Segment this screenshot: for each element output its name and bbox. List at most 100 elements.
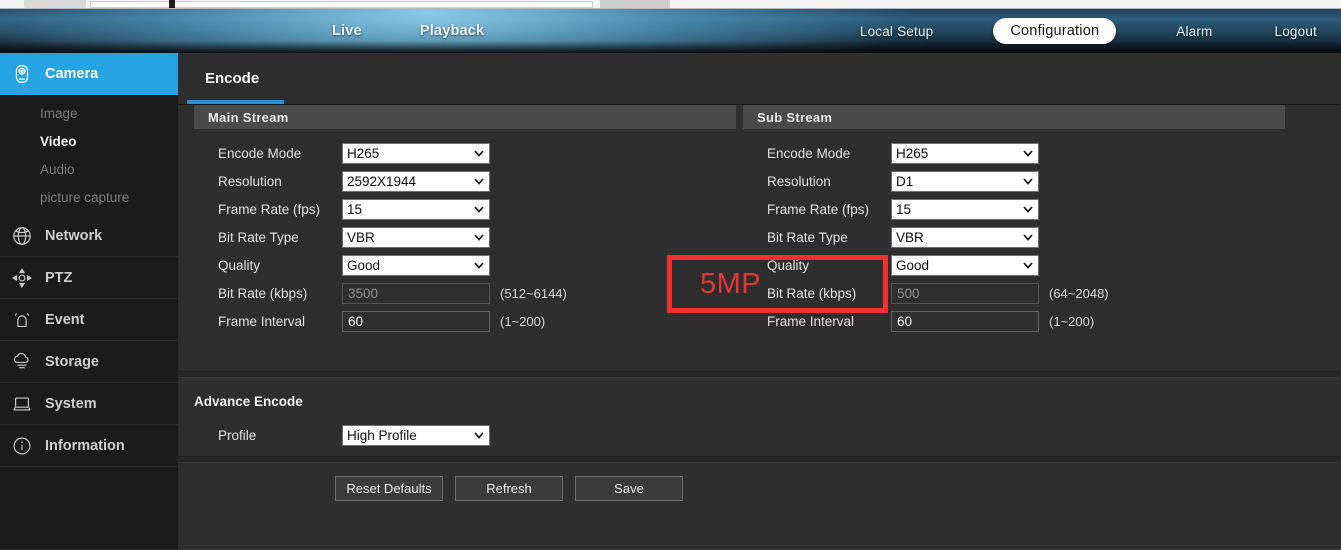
sidebar-item-label: Network xyxy=(45,227,103,244)
sidebar-item-label: Storage xyxy=(45,353,99,370)
field-row-frame-interval: Frame Interval (1~200) xyxy=(194,307,567,335)
sidebar-item-camera[interactable]: Camera xyxy=(0,53,194,95)
main-resolution-select[interactable]: 2592X1944 xyxy=(342,170,490,192)
field-control: 2592X1944 xyxy=(342,170,490,192)
tab-encode[interactable]: Encode xyxy=(205,70,259,87)
sub-encode-mode-select[interactable]: H265 xyxy=(891,142,1039,164)
field-control xyxy=(891,310,1039,332)
advance-encode-form: Profile High Profile xyxy=(194,421,490,449)
sub-frame-interval-input[interactable] xyxy=(891,310,1039,332)
sub-frame-rate-select[interactable]: 15 xyxy=(891,198,1039,220)
field-control xyxy=(342,282,490,304)
sub-resolution-select[interactable]: D1 xyxy=(891,170,1039,192)
sub-quality-select[interactable]: Good xyxy=(891,254,1039,276)
field-label: Quality xyxy=(218,257,261,273)
tab-bar: Encode xyxy=(178,53,1341,105)
sidebar-subitem-audio[interactable]: Audio xyxy=(0,155,178,183)
field-control: 15 xyxy=(342,198,490,220)
field-row-frame-rate: Frame Rate (fps) 15 xyxy=(194,195,567,223)
sidebar-item-storage[interactable]: Storage xyxy=(0,341,178,383)
sidebar-item-label: System xyxy=(45,395,97,412)
browser-address-bar xyxy=(90,1,593,8)
field-label: Profile xyxy=(218,427,257,443)
profile-select[interactable]: High Profile xyxy=(342,424,490,446)
field-row-bit-rate: Bit Rate (kbps) (64~2048) xyxy=(743,279,1109,307)
field-control: D1 xyxy=(891,170,1039,192)
nav-item-configuration[interactable]: Configuration xyxy=(993,18,1117,44)
field-row-quality: Quality Good xyxy=(194,251,567,279)
nav-item-live[interactable]: Live xyxy=(330,20,364,42)
sub-frame-interval-hint: (1~200) xyxy=(1049,313,1095,329)
field-label: Frame Interval xyxy=(767,313,855,329)
field-row-encode-mode: Encode Mode H265 xyxy=(194,139,567,167)
nav-item-playback[interactable]: Playback xyxy=(418,20,486,42)
sidebar-item-label: Event xyxy=(45,311,85,328)
sub-bit-rate-type-select[interactable]: VBR xyxy=(891,226,1039,248)
sub-bit-rate-hint: (64~2048) xyxy=(1049,285,1109,301)
tab-active-underline xyxy=(187,100,284,104)
field-row-frame-interval: Frame Interval (1~200) xyxy=(743,307,1109,335)
field-control: H265 xyxy=(342,142,490,164)
sidebar-subitems: Image Video Audio picture capture xyxy=(0,95,178,215)
sidebar-item-network[interactable]: Network xyxy=(0,215,178,257)
stream-panels: Main Stream Encode Mode H265 Resolution xyxy=(178,105,1341,345)
field-control: 15 xyxy=(891,198,1039,220)
nav-item-logout[interactable]: Logout xyxy=(1273,21,1320,42)
main-frame-rate-select[interactable]: 15 xyxy=(342,198,490,220)
browser-button xyxy=(600,0,670,8)
system-icon xyxy=(10,392,34,416)
sidebar-subitem-image[interactable]: Image xyxy=(0,99,178,127)
main-frame-interval-hint: (1~200) xyxy=(500,313,546,329)
camera-icon xyxy=(10,62,34,86)
sidebar: Camera Image Video Audio picture capture… xyxy=(0,53,194,550)
field-label: Bit Rate Type xyxy=(218,229,299,245)
main-quality-select[interactable]: Good xyxy=(342,254,490,276)
sub-bit-rate-input[interactable] xyxy=(891,282,1039,304)
section-divider-top xyxy=(178,371,1341,378)
nav-item-alarm[interactable]: Alarm xyxy=(1174,21,1214,42)
sidebar-subitem-picture-capture[interactable]: picture capture xyxy=(0,183,178,211)
field-row-bit-rate-type: Bit Rate Type VBR xyxy=(194,223,567,251)
action-button-row: Reset Defaults Refresh Save xyxy=(335,476,683,501)
refresh-button[interactable]: Refresh xyxy=(455,476,563,501)
main-stream-form: Encode Mode H265 Resolution 2592X1944 Fr… xyxy=(194,139,567,335)
text-caret xyxy=(169,0,175,8)
field-label: Bit Rate (kbps) xyxy=(767,285,857,301)
field-label: Bit Rate (kbps) xyxy=(218,285,308,301)
main-frame-interval-input[interactable] xyxy=(342,310,490,332)
field-label: Quality xyxy=(767,257,810,273)
sidebar-subitem-video[interactable]: Video xyxy=(0,127,178,155)
ptz-icon xyxy=(10,266,34,290)
section-divider-bottom xyxy=(178,456,1341,463)
sub-stream-panel-header: Sub Stream xyxy=(743,105,1285,129)
field-row-profile: Profile High Profile xyxy=(194,421,490,449)
field-control: VBR xyxy=(342,226,490,248)
sidebar-item-label: Camera xyxy=(45,66,99,82)
sub-stream-form: Encode Mode H265 Resolution D1 Frame Rat… xyxy=(743,139,1109,335)
field-control: Good xyxy=(891,254,1039,276)
field-label: Frame Interval xyxy=(218,313,306,329)
main-bit-rate-hint: (512~6144) xyxy=(500,285,567,301)
browser-chrome-strip xyxy=(0,0,1341,9)
information-icon xyxy=(10,434,34,458)
sidebar-item-event[interactable]: Event xyxy=(0,299,178,341)
sidebar-item-information[interactable]: Information xyxy=(0,425,178,467)
main-encode-mode-select[interactable]: H265 xyxy=(342,142,490,164)
field-row-resolution: Resolution 2592X1944 xyxy=(194,167,567,195)
content-area: Encode Main Stream Encode Mode H265 Reso… xyxy=(178,53,1341,550)
field-row-quality: Quality Good xyxy=(743,251,1109,279)
field-label: Resolution xyxy=(218,173,282,189)
sidebar-item-system[interactable]: System xyxy=(0,383,178,425)
save-button[interactable]: Save xyxy=(575,476,683,501)
nav-item-local-setup[interactable]: Local Setup xyxy=(858,21,936,42)
main-bit-rate-type-select[interactable]: VBR xyxy=(342,226,490,248)
network-icon xyxy=(10,224,34,248)
field-label: Encode Mode xyxy=(767,145,851,161)
sidebar-item-label: Information xyxy=(45,437,125,454)
sidebar-item-ptz[interactable]: PTZ xyxy=(0,257,178,299)
field-control: High Profile xyxy=(342,424,490,446)
storage-icon xyxy=(10,350,34,374)
main-bit-rate-input[interactable] xyxy=(342,282,490,304)
reset-defaults-button[interactable]: Reset Defaults xyxy=(335,476,443,501)
field-row-encode-mode: Encode Mode H265 xyxy=(743,139,1109,167)
